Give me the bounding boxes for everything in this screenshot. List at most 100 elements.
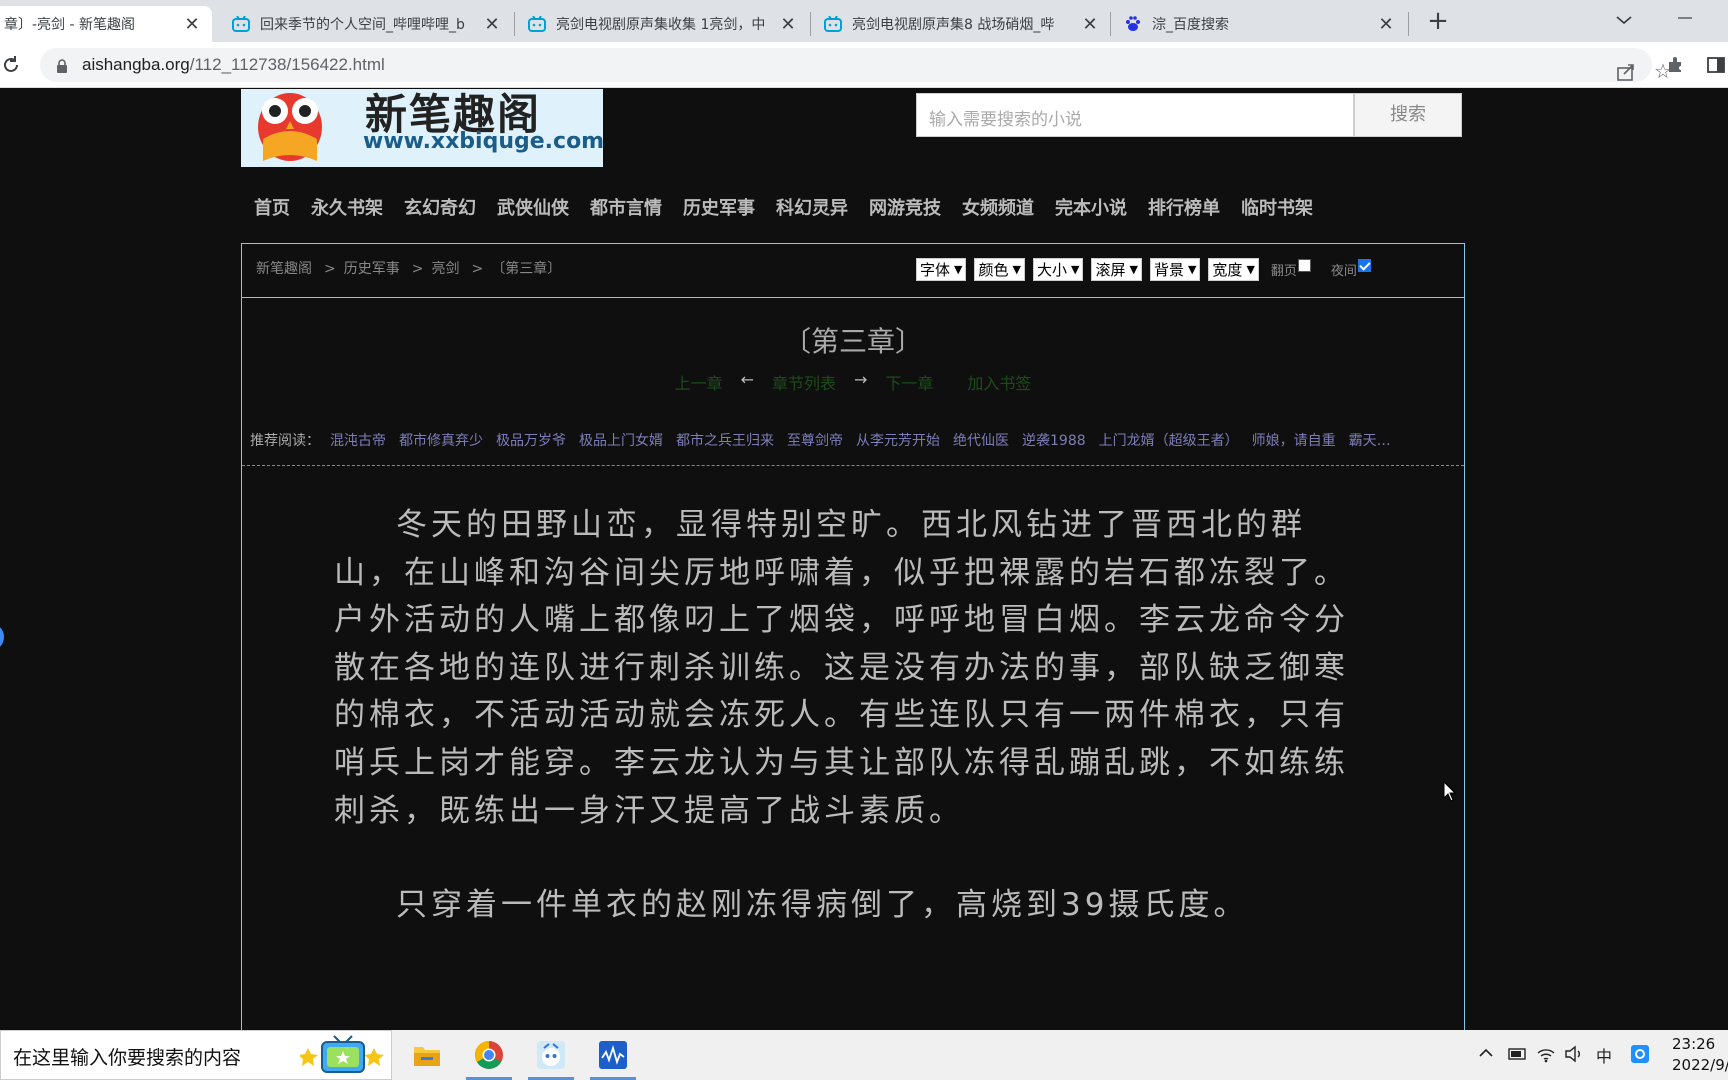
add-bookmark-link[interactable]: 加入书签	[967, 370, 1031, 394]
share-icon[interactable]	[1616, 62, 1636, 82]
audio-app-icon	[599, 1041, 627, 1069]
tab-search-chevron-icon[interactable]	[1612, 10, 1636, 30]
nav-item-temp-shelf[interactable]: 临时书架	[1241, 194, 1313, 224]
tab-liangjian-8[interactable]: 亮剑电视剧原声集8 战场硝烟_哔 ✕	[814, 6, 1110, 42]
system-clock[interactable]: 23:26 2022/9/	[1672, 1034, 1728, 1076]
ime-indicator[interactable]: 中	[1596, 1043, 1612, 1067]
owl-logo-icon	[258, 93, 322, 161]
novel-search-input[interactable]: 输入需要搜索的小说	[916, 93, 1354, 137]
tab-liangjian-1[interactable]: 亮剑电视剧原声集收集 1亮剑，中 ✕	[518, 6, 808, 42]
tab-separator	[810, 12, 811, 36]
recommend-item[interactable]: 上门龙婿（超级王者）	[1099, 433, 1239, 449]
breadcrumb-category[interactable]: 历史军事	[344, 261, 400, 277]
night-mode-label: 夜间	[1330, 264, 1357, 279]
prev-chapter-link[interactable]: 上一章	[675, 370, 723, 394]
chapter-title: 〔第三章〕	[782, 325, 923, 358]
breadcrumb-chapter: 〔第三章〕	[491, 261, 562, 277]
bilibili-live-button[interactable]	[524, 1030, 578, 1080]
font-select[interactable]: 字体 ▼	[916, 258, 967, 281]
close-icon[interactable]: ✕	[482, 14, 502, 35]
recommend-item[interactable]: 至尊剑帝	[787, 433, 843, 449]
tab-separator	[1110, 12, 1111, 36]
nav-item-paihang[interactable]: 排行榜单	[1148, 194, 1220, 224]
file-explorer-button[interactable]	[400, 1030, 454, 1080]
nav-item-home[interactable]: 首页	[254, 194, 290, 224]
width-select[interactable]: 宽度 ▼	[1208, 258, 1259, 281]
recommend-item[interactable]: 霸天…	[1349, 433, 1391, 449]
size-select-label: 大小	[1036, 261, 1067, 279]
nav-item-wangyou[interactable]: 网游竞技	[869, 194, 941, 224]
chevron-down-icon: ▼	[1246, 263, 1255, 276]
chevron-down-icon: ▼	[1070, 263, 1080, 276]
nav-item-wuxia[interactable]: 武侠仙侠	[497, 194, 569, 224]
recommend-item[interactable]: 极品万岁爷	[496, 433, 566, 449]
bilibili-icon	[824, 16, 842, 32]
flip-page-checkbox[interactable]	[1297, 259, 1311, 272]
minimize-icon[interactable]	[1670, 6, 1700, 30]
tab-active[interactable]: 章〕-亮剑 - 新笔趣阁 ✕	[0, 6, 212, 42]
next-chapter-link[interactable]: 下一章	[885, 370, 933, 394]
breadcrumb-separator: >	[411, 261, 424, 277]
site-nav: 首页 永久书架 玄幻奇幻 武侠仙侠 都市言情 历史军事 科幻灵异 网游竞技 女频…	[254, 194, 1334, 224]
background-select[interactable]: 背景 ▼	[1149, 258, 1201, 281]
battery-icon[interactable]	[1506, 1046, 1528, 1062]
audio-app-button[interactable]	[586, 1030, 640, 1080]
recommend-item[interactable]: 极品上门女婿	[579, 433, 663, 449]
tab-separator	[1408, 12, 1409, 36]
new-tab-button[interactable]: +	[1424, 8, 1452, 36]
chevron-down-icon: ▼	[1129, 263, 1138, 276]
recommend-item[interactable]: 逆袭1988	[1022, 433, 1086, 449]
wifi-icon[interactable]	[1536, 1045, 1556, 1063]
tray-app-icon[interactable]	[1630, 1044, 1650, 1064]
chevron-down-icon: ▼	[1187, 263, 1197, 276]
bilibili-icon	[528, 16, 546, 32]
volume-icon[interactable]	[1564, 1045, 1584, 1063]
chapter-list-link[interactable]: 章节列表	[772, 370, 836, 394]
breadcrumb: 新笔趣阁 > 历史军事 > 亮剑 > 〔第三章〕	[256, 258, 565, 278]
recommend-item[interactable]: 从李元芳开始	[856, 433, 940, 449]
url-text[interactable]: aishangba.org/112_112738/156422.html	[82, 55, 385, 75]
url-host: aishangba.org	[82, 55, 190, 74]
nav-item-lishi[interactable]: 历史军事	[683, 194, 755, 224]
recommend-item[interactable]: 混沌古帝	[330, 433, 386, 449]
size-select[interactable]: 大小 ▼	[1032, 258, 1084, 281]
recommend-item[interactable]: 师娘，请自重	[1252, 433, 1336, 449]
breadcrumb-book[interactable]: 亮剑	[431, 261, 459, 277]
nav-item-wanben[interactable]: 完本小说	[1055, 194, 1127, 224]
clock-time: 23:26	[1672, 1035, 1716, 1053]
recommend-item[interactable]: 绝代仙医	[953, 433, 1009, 449]
nav-item-dushi[interactable]: 都市言情	[590, 194, 662, 224]
extensions-icon[interactable]	[1666, 54, 1686, 74]
close-icon[interactable]: ✕	[1080, 14, 1100, 35]
windows-taskbar: 在这里输入你要搜索的内容 中 23:26 2022/9/	[0, 1030, 1728, 1080]
chrome-button[interactable]	[462, 1030, 516, 1080]
night-mode-checkbox[interactable]	[1357, 259, 1371, 272]
recommend-item[interactable]: 都市修真弃少	[399, 433, 483, 449]
close-icon[interactable]: ✕	[778, 14, 798, 35]
divider	[242, 297, 1464, 298]
recommend-label: 推荐阅读：	[250, 433, 320, 449]
color-select[interactable]: 颜色 ▼	[974, 258, 1025, 281]
chevron-down-icon: ▼	[1012, 263, 1021, 276]
width-select-label: 宽度	[1212, 261, 1243, 279]
nav-item-xuanhuan[interactable]: 玄幻奇幻	[404, 194, 476, 224]
tab-baidu-search[interactable]: 淙_百度搜索 ✕	[1114, 6, 1406, 42]
scroll-select[interactable]: 滚屏 ▼	[1091, 258, 1142, 281]
search-button[interactable]: 搜索	[1354, 93, 1462, 137]
breadcrumb-home[interactable]: 新笔趣阁	[256, 261, 312, 277]
reload-icon[interactable]	[0, 54, 22, 76]
arrow-right-icon: →	[854, 370, 868, 389]
recommend-item[interactable]: 都市之兵王归来	[676, 433, 774, 449]
nav-item-kehuan[interactable]: 科幻灵异	[776, 194, 848, 224]
close-icon[interactable]: ✕	[1376, 14, 1396, 35]
nav-item-bookshelf[interactable]: 永久书架	[311, 194, 383, 224]
omnibox[interactable]: aishangba.org/112_112738/156422.html ☆	[40, 48, 1672, 83]
tab-bilibili-space[interactable]: 回来季节的个人空间_哔哩哔哩_b ✕	[222, 6, 512, 42]
lock-icon[interactable]	[56, 58, 68, 73]
side-panel-icon[interactable]	[1706, 55, 1726, 75]
site-logo[interactable]: 新笔趣阁 www.xxbiquge.com	[241, 89, 603, 167]
edge-panel-handle[interactable]	[0, 623, 4, 651]
chevron-up-icon[interactable]	[1478, 1046, 1494, 1060]
nav-item-nvpin[interactable]: 女频频道	[962, 194, 1034, 224]
close-icon[interactable]: ✕	[182, 14, 202, 35]
